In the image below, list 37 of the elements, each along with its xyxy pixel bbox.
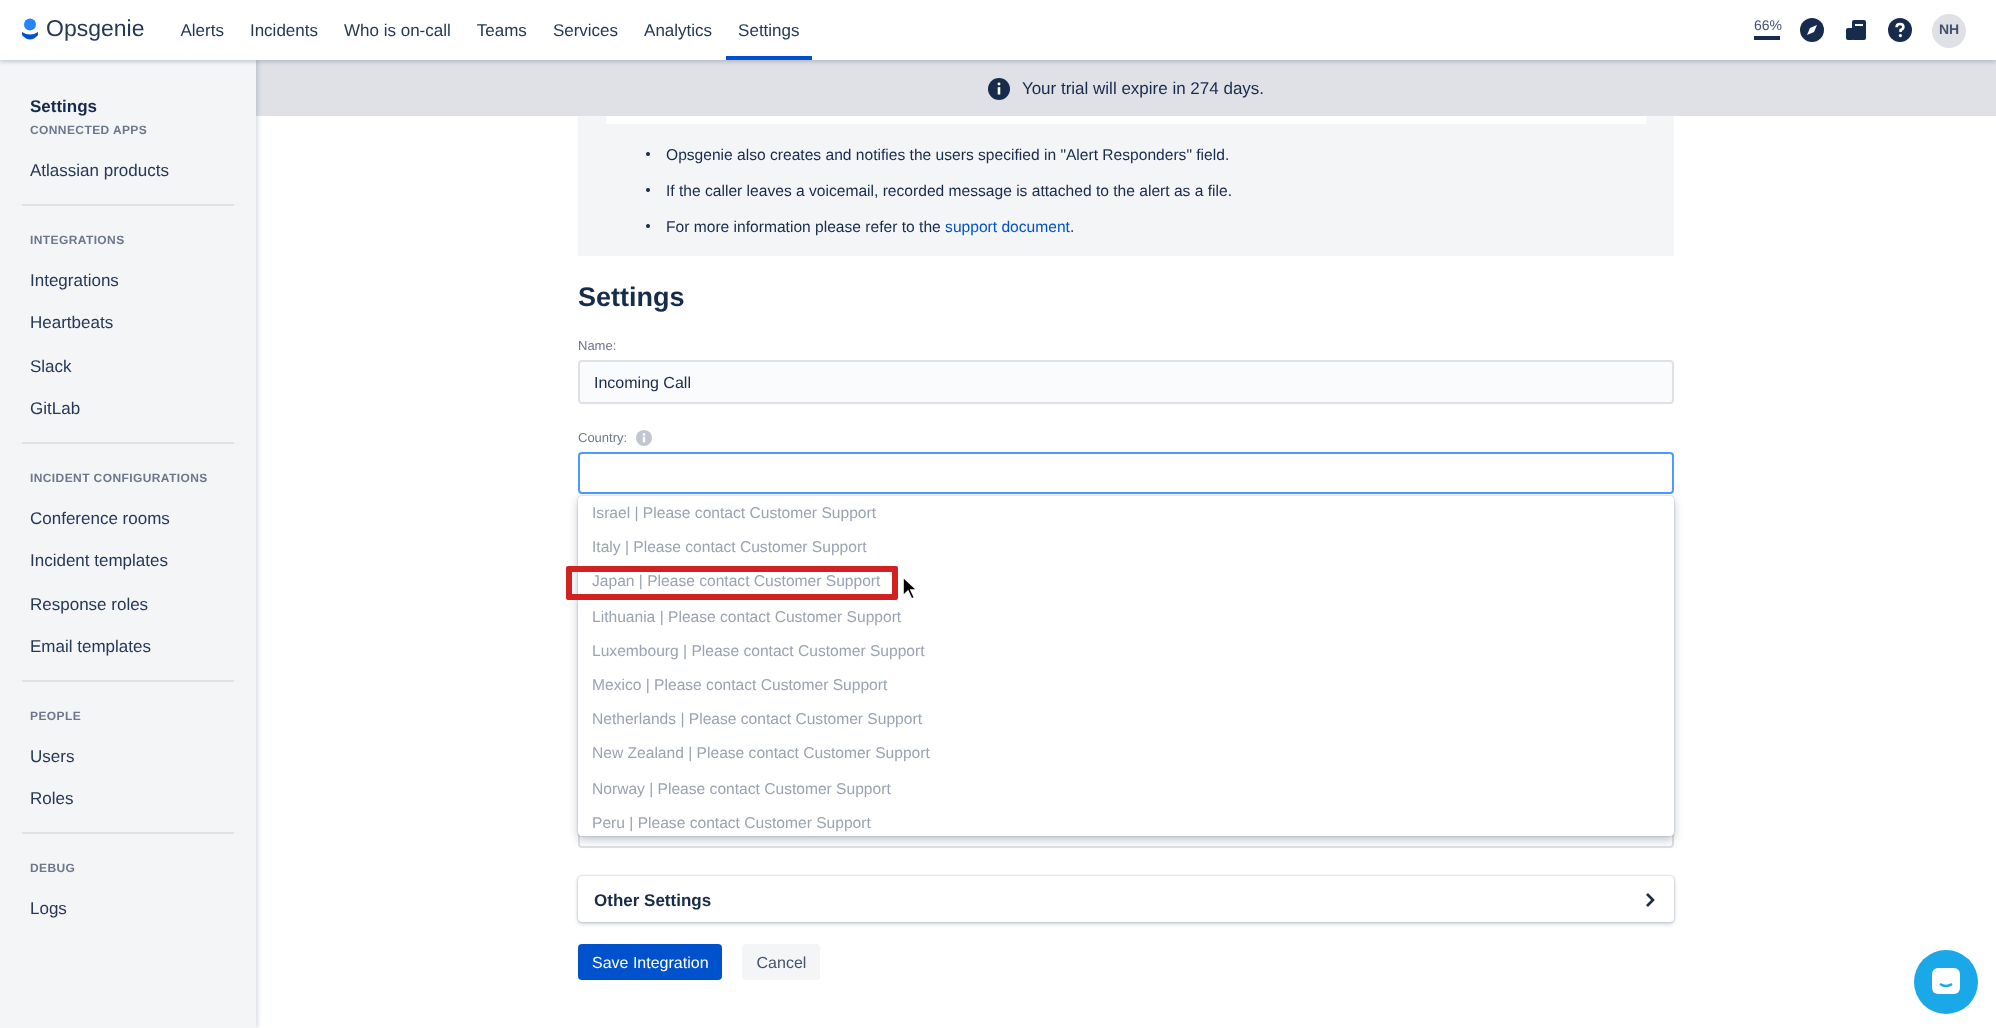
nav-tab[interactable]: Services (540, 0, 631, 60)
chevron-right-icon (1642, 891, 1658, 907)
sidebar-item[interactable]: Atlassian products (16, 160, 240, 203)
cursor-icon (902, 576, 918, 601)
nav-tab[interactable]: Incidents (237, 0, 330, 60)
cancel-button[interactable]: Cancel (742, 944, 821, 980)
sidebar-item[interactable]: Logs (16, 897, 240, 940)
nav-tab[interactable]: Teams (464, 0, 539, 60)
save-button[interactable]: Save Integration (578, 944, 723, 980)
nav-tab[interactable]: Alerts (168, 0, 236, 60)
help-icon[interactable] (1888, 18, 1912, 42)
sidebar-item[interactable]: Roles (16, 788, 240, 831)
banner-text: Your trial will expire in 274 days. (1021, 78, 1265, 98)
panel-title: Other Settings (594, 889, 712, 909)
sidebar-item[interactable]: Email templates (16, 636, 240, 679)
other-settings-panel[interactable]: Other Settings (578, 876, 1674, 922)
name-field[interactable]: Incoming Call (578, 360, 1674, 404)
nav-tab[interactable]: Analytics (632, 0, 725, 60)
document-icon[interactable] (1844, 18, 1868, 42)
chat-icon (1930, 966, 1962, 998)
sidebar-item[interactable]: Heartbeats (16, 312, 240, 355)
nav-tab[interactable]: Who is on-call (332, 0, 463, 60)
chat-button[interactable] (1914, 950, 1978, 1014)
sidebar-title: Settings (28, 96, 100, 120)
sidebar-item[interactable]: Integrations (16, 269, 240, 312)
sidebar-item[interactable]: Conference rooms (16, 507, 240, 550)
sidebar-item[interactable]: Incident templates (16, 550, 240, 593)
sidebar-item[interactable]: Slack (16, 355, 240, 398)
logo-text: Opsgenie (46, 18, 145, 42)
country-field[interactable] (578, 452, 1674, 494)
logo-icon (20, 17, 40, 43)
sidebar-item[interactable]: Response roles (16, 593, 240, 636)
sidebar-item[interactable]: GitLab (16, 398, 240, 441)
compass-icon[interactable] (1800, 18, 1824, 42)
info-icon (987, 77, 1010, 99)
section-title: Settings (578, 282, 687, 312)
sidebar-item[interactable]: Users (16, 745, 240, 788)
